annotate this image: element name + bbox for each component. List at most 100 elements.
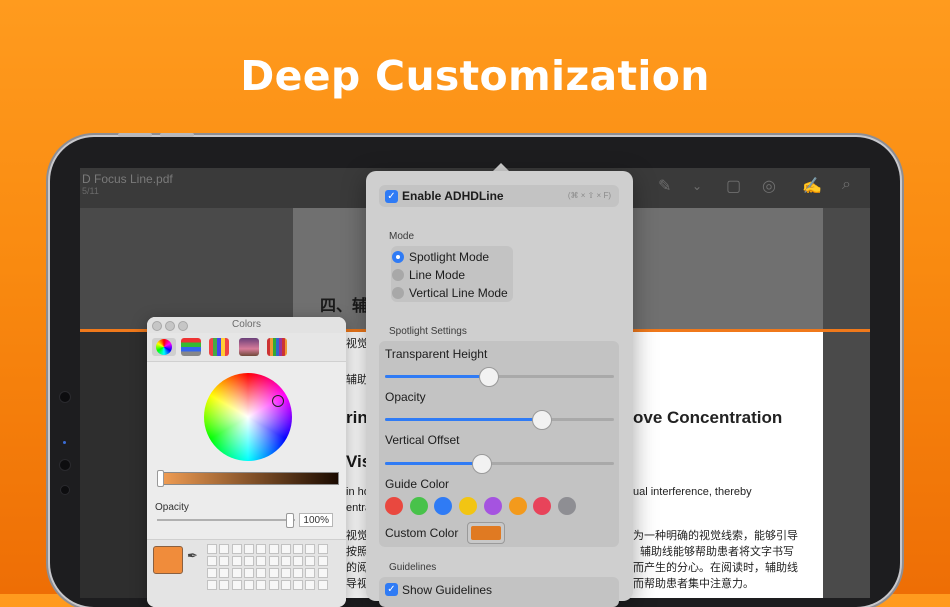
empty-swatch-cell[interactable] (293, 544, 304, 554)
opacity-slider[interactable] (157, 513, 295, 528)
empty-swatch-cell[interactable] (317, 580, 328, 590)
brightness-slider[interactable] (157, 470, 339, 487)
empty-swatch-cell[interactable] (268, 556, 279, 566)
empty-swatch-cell[interactable] (256, 568, 267, 578)
empty-swatch-cell[interactable] (207, 556, 217, 566)
empty-swatch-cell[interactable] (280, 556, 291, 566)
empty-swatch-cell[interactable] (231, 568, 242, 578)
empty-swatch-cell[interactable] (243, 580, 254, 590)
empty-swatch-cell[interactable] (219, 580, 230, 590)
mode-option-label: Line Mode (409, 268, 466, 282)
sign-icon[interactable]: ✍ (802, 176, 822, 196)
empty-swatch-cell[interactable] (317, 556, 328, 566)
chevron-down-icon[interactable]: ⌄ (692, 179, 702, 193)
radio-spotlight-mode[interactable] (392, 251, 404, 263)
current-color-well[interactable] (153, 546, 183, 574)
empty-swatch-cell[interactable] (256, 580, 267, 590)
opacity-knob[interactable] (286, 513, 294, 528)
custom-color-label: Custom Color (385, 526, 459, 540)
close-window-button[interactable] (152, 321, 162, 331)
search-icon[interactable]: ⌕ (842, 176, 851, 194)
empty-swatch-cell[interactable] (268, 568, 279, 578)
empty-swatch-cell[interactable] (207, 544, 217, 554)
guide-color-swatch[interactable] (483, 497, 502, 515)
empty-swatch-cell[interactable] (219, 568, 230, 578)
color-wheel-tab-icon[interactable] (152, 338, 176, 356)
eyedropper-icon[interactable]: ✒ (187, 548, 198, 564)
slider-knob[interactable] (479, 367, 500, 387)
empty-swatch-cell[interactable] (293, 556, 304, 566)
empty-swatch-cell[interactable] (207, 568, 217, 578)
image-palettes-tab-icon[interactable] (239, 338, 259, 356)
empty-swatch-cell[interactable] (207, 580, 217, 590)
guide-color-swatch[interactable] (508, 497, 527, 515)
guide-color-swatch[interactable] (557, 497, 576, 515)
empty-swatch-cell[interactable] (243, 556, 254, 566)
indicator-light (63, 441, 66, 444)
slider-knob[interactable] (531, 410, 552, 430)
empty-swatch-cell[interactable] (256, 544, 267, 554)
pen-icon[interactable]: ✎ (658, 176, 671, 196)
enable-label: Enable ADHDLine (402, 189, 504, 203)
guide-color-swatch[interactable] (459, 497, 478, 515)
pencils-tab-icon[interactable] (267, 338, 287, 356)
opacity-slider[interactable] (385, 410, 614, 430)
markup-icon[interactable]: ◎ (762, 176, 776, 196)
slider-knob[interactable] (472, 454, 493, 474)
empty-swatch-cell[interactable] (280, 568, 291, 578)
empty-swatch-cell[interactable] (317, 544, 328, 554)
empty-swatch-cell[interactable] (243, 568, 254, 578)
show-guidelines-checkbox[interactable]: ✓ (385, 583, 398, 596)
empty-swatch-cell[interactable] (268, 580, 279, 590)
guide-color-swatch[interactable] (385, 497, 403, 515)
custom-color-well[interactable] (467, 522, 505, 544)
enable-row[interactable]: ✓ Enable ADHDLine (⌘ × ⇧ × F) (379, 185, 619, 207)
guidelines-label: Guidelines (389, 562, 437, 573)
empty-swatch-cell[interactable] (256, 556, 267, 566)
spotlight-settings-card: Transparent Height Opacity Vertical Offs… (379, 341, 619, 547)
guidelines-card: ✓ Show Guidelines (379, 577, 619, 607)
guide-color-swatch[interactable] (409, 497, 428, 515)
enable-checkbox[interactable]: ✓ (385, 190, 398, 203)
opacity-label: Opacity (385, 390, 426, 404)
empty-swatch-cell[interactable] (293, 568, 304, 578)
opacity-value-field[interactable]: 100% (299, 513, 333, 527)
empty-swatch-cell[interactable] (305, 580, 316, 590)
top-button-right (160, 133, 194, 137)
empty-swatch-cell[interactable] (231, 580, 242, 590)
document-text-line: 而帮助患者集中注意力。 (633, 578, 754, 590)
empty-swatch-cell[interactable] (231, 544, 242, 554)
show-guidelines-label: Show Guidelines (402, 583, 493, 597)
swatch-area: ✒ (147, 539, 346, 607)
mode-group: Spotlight Mode Line Mode Vertical Line M… (391, 246, 513, 302)
empty-swatch-cell[interactable] (219, 556, 230, 566)
transparent-height-slider[interactable] (385, 367, 614, 387)
empty-swatch-cell[interactable] (317, 568, 328, 578)
empty-swatch-cell[interactable] (293, 580, 304, 590)
brightness-knob[interactable] (157, 470, 164, 487)
empty-swatch-cell[interactable] (305, 568, 316, 578)
sensor-dot (59, 459, 71, 471)
zoom-window-button[interactable] (178, 321, 188, 331)
radio-vertical-line-mode[interactable] (392, 287, 404, 299)
color-palettes-tab-icon[interactable] (209, 338, 229, 356)
empty-swatch-cell[interactable] (219, 544, 230, 554)
radio-line-mode[interactable] (392, 269, 404, 281)
share-icon[interactable]: ▢ (726, 176, 741, 196)
empty-swatch-cell[interactable] (305, 556, 316, 566)
empty-swatch-cell[interactable] (268, 544, 279, 554)
document-text-line: 辅助线能够帮助患者将文字书写 (640, 546, 794, 558)
empty-swatch-cell[interactable] (231, 556, 242, 566)
empty-swatch-cell[interactable] (280, 580, 291, 590)
color-sliders-tab-icon[interactable] (181, 338, 201, 356)
mode-label: Mode (389, 231, 415, 242)
minimize-window-button[interactable] (165, 321, 175, 331)
empty-swatch-cell[interactable] (243, 544, 254, 554)
document-text-line: 导视 (346, 578, 368, 590)
transparent-height-label: Transparent Height (385, 347, 488, 361)
vertical-offset-slider[interactable] (385, 454, 614, 474)
empty-swatch-cell[interactable] (280, 544, 291, 554)
empty-swatch-cell[interactable] (305, 544, 316, 554)
crosshair-icon[interactable] (272, 395, 284, 407)
color-wheel[interactable] (204, 373, 292, 461)
